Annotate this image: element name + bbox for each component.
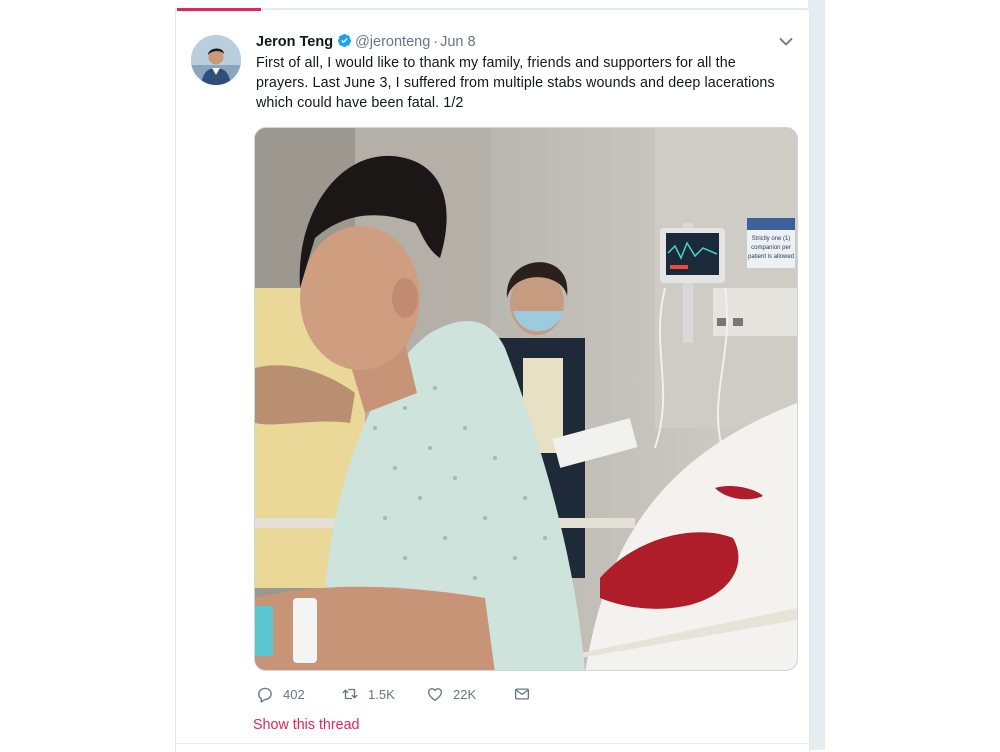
tweet-photo[interactable]: Strictly one (1) companion per patient i… <box>254 127 798 671</box>
reply-count: 402 <box>283 686 305 702</box>
like-button[interactable]: 22K <box>426 684 476 704</box>
display-name[interactable]: Jeron Teng <box>256 34 333 50</box>
active-tab-indicator <box>177 8 261 11</box>
wall-sign-line3: patient is allowed <box>748 254 794 260</box>
page-background-strip <box>808 0 825 750</box>
tweet-date[interactable]: Jun 8 <box>440 34 475 50</box>
chevron-down-icon[interactable] <box>779 37 793 47</box>
retweet-button[interactable]: 1.5K <box>341 684 395 704</box>
retweet-icon <box>342 688 358 700</box>
tweet-card[interactable]: Jeron Teng @jeronteng · Jun 8 First of all,… <box>175 8 810 752</box>
wall-sign-line1: Strictly one (1) <box>752 236 791 242</box>
verified-badge-icon <box>338 33 352 48</box>
tweet-header: Jeron Teng @jeronteng · Jun 8 <box>256 33 476 51</box>
reply-button[interactable]: 402 <box>256 684 305 704</box>
card-divider <box>176 743 809 744</box>
reply-icon <box>258 687 272 703</box>
tweet-text: First of all, I would like to thank my f… <box>256 55 775 111</box>
hospital-photo: Strictly one (1) companion per patient i… <box>255 128 797 670</box>
avatar[interactable] <box>191 35 241 85</box>
direct-message-icon <box>514 688 530 700</box>
wall-sign-line2: companion per <box>751 245 791 251</box>
user-handle[interactable]: @jeronteng <box>355 34 430 50</box>
retweet-count: 1.5K <box>368 686 395 702</box>
show-thread-link[interactable]: Show this thread <box>253 717 360 733</box>
separator-dot: · <box>433 34 439 50</box>
direct-message-button[interactable] <box>513 684 540 704</box>
like-icon <box>427 688 443 702</box>
like-count: 22K <box>453 686 477 702</box>
